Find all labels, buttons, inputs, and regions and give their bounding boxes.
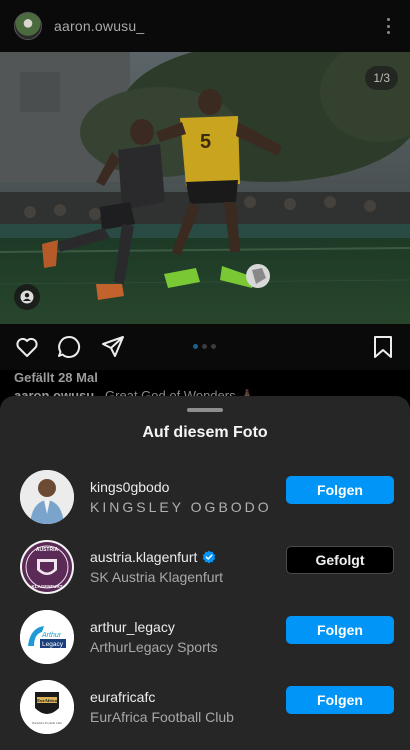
follow-button[interactable]: Folgen (286, 686, 394, 714)
author-avatar[interactable] (14, 12, 42, 40)
account-fullname: SK Austria Klagenfurt (90, 569, 224, 585)
logo-text-sub: Legacy (42, 641, 64, 648)
tagged-account-row[interactable]: AUSTRIA KLAGENFURT austria.klagenfurt SK… (0, 532, 410, 602)
logo-text-brand: Arthur (41, 632, 62, 639)
carousel-indicator (193, 344, 216, 349)
follow-button[interactable]: Folgen (286, 476, 394, 504)
tagged-people-sheet: Auf diesem Foto kings0gbodo KINGSLEY OGB… (0, 396, 410, 750)
football-match-image: 5 (0, 52, 410, 324)
svg-text:5: 5 (200, 131, 211, 153)
sheet-title: Auf diesem Foto (142, 424, 268, 441)
account-fullname: EurAfrica Football Club (90, 709, 234, 725)
heart-icon[interactable] (14, 334, 40, 360)
account-avatar[interactable] (20, 470, 74, 524)
more-vertical-icon[interactable] (380, 16, 396, 36)
sheet-drag-handle[interactable] (187, 408, 223, 412)
share-icon[interactable] (100, 334, 126, 360)
action-bar (0, 324, 410, 370)
user-tag-icon[interactable] (14, 284, 40, 310)
author-username[interactable]: aaron.owusu_ (54, 18, 144, 34)
logo-text-sub: EurAfrica Football Club (32, 721, 62, 725)
tagged-account-row[interactable]: Arthur Legacy arthur_legacy ArthurLegacy… (0, 602, 410, 672)
carousel-dot (202, 344, 207, 349)
logo-text-top: AUSTRIA (36, 547, 59, 553)
image-counter: 1/3 (365, 66, 398, 90)
account-username[interactable]: austria.klagenfurt (90, 549, 197, 565)
post-photo[interactable]: 5 1/3 (0, 52, 410, 324)
bookmark-icon[interactable] (370, 334, 396, 360)
account-avatar[interactable]: Arthur Legacy (20, 610, 74, 664)
account-avatar[interactable]: AUSTRIA KLAGENFURT (20, 540, 74, 594)
logo-text-bottom: KLAGENFURT (32, 584, 63, 589)
tagged-account-row[interactable]: kings0gbodo KINGSLEY OGBODO Folgen (0, 462, 410, 532)
account-fullname: ArthurLegacy Sports (90, 639, 218, 655)
account-avatar[interactable]: EurAfrica EurAfrica Football Club (20, 680, 74, 734)
verified-badge-icon (203, 550, 216, 564)
account-fullname: KINGSLEY OGBODO (90, 499, 272, 515)
comment-icon[interactable] (56, 334, 82, 360)
carousel-dot-active (193, 344, 198, 349)
account-username[interactable]: eurafricafc (90, 689, 155, 705)
following-button[interactable]: Gefolgt (286, 546, 394, 574)
account-username[interactable]: arthur_legacy (90, 619, 175, 635)
post-header: aaron.owusu_ (0, 0, 410, 52)
account-username[interactable]: kings0gbodo (90, 479, 169, 495)
tagged-account-row[interactable]: EurAfrica EurAfrica Football Club eurafr… (0, 672, 410, 742)
follow-button[interactable]: Folgen (286, 616, 394, 644)
logo-text-brand: EurAfrica (37, 698, 57, 703)
carousel-dot (211, 344, 216, 349)
likes-count[interactable]: Gefällt 28 Mal (14, 370, 98, 385)
